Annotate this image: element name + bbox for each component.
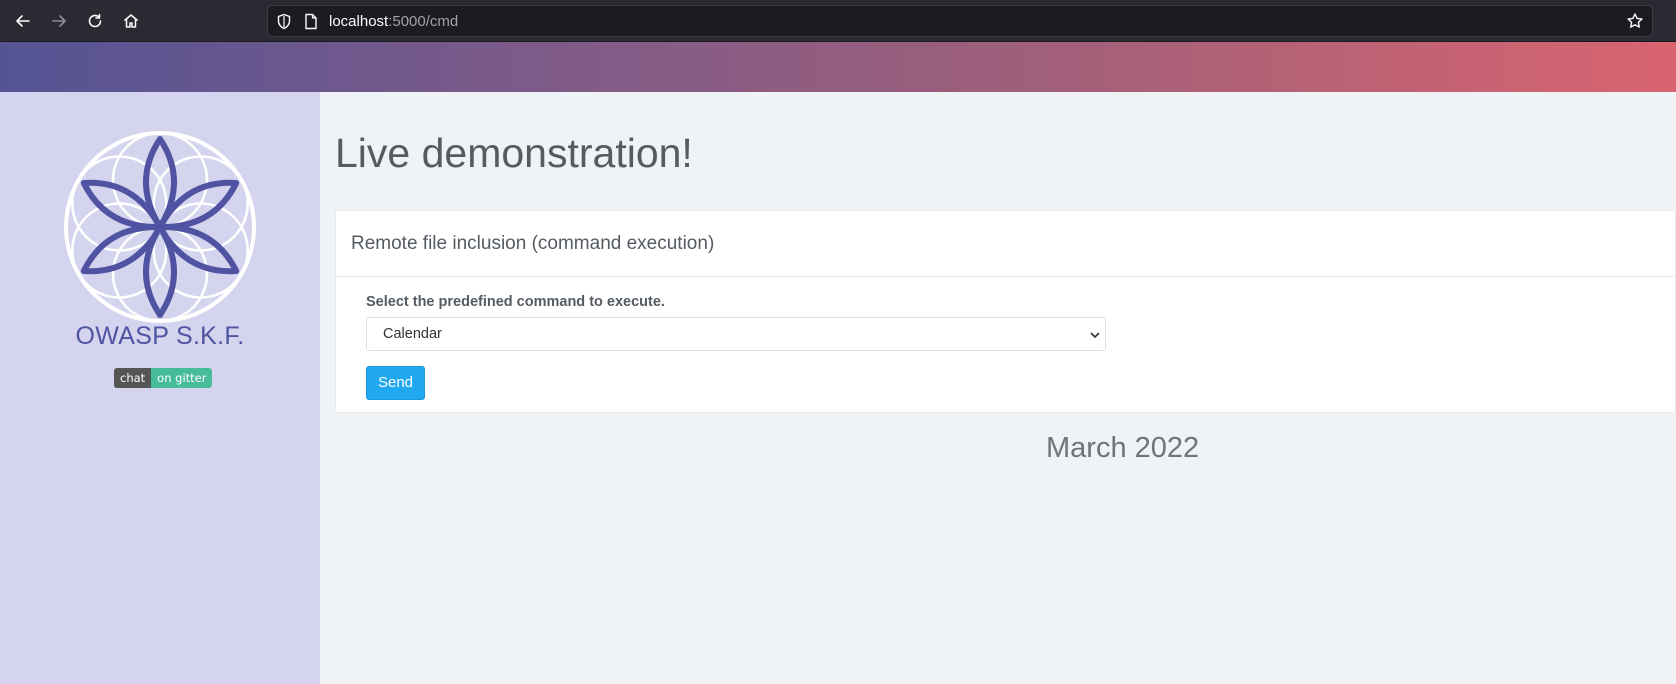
main-content: Live demonstration! Remote file inclusio… xyxy=(320,92,1676,684)
home-button[interactable] xyxy=(118,8,144,34)
url-host: localhost xyxy=(329,13,389,30)
reload-button[interactable] xyxy=(82,8,108,34)
forward-button[interactable] xyxy=(46,8,72,34)
gitter-badge-left: chat xyxy=(114,368,152,388)
shield-icon[interactable] xyxy=(276,13,292,30)
page-icon[interactable] xyxy=(304,13,318,30)
gitter-badge-right: on gitter xyxy=(151,368,213,388)
url-text[interactable]: localhost:5000/cmd xyxy=(329,13,458,31)
back-arrow-icon xyxy=(16,15,30,27)
calendar-month-title: March 2022 xyxy=(1046,432,1200,464)
url-bar[interactable]: localhost:5000/cmd xyxy=(267,5,1653,37)
card-header: Remote file inclusion (command execution… xyxy=(336,211,1675,277)
selected-command: Calendar xyxy=(383,326,442,342)
command-card: Remote file inclusion (command execution… xyxy=(335,210,1676,413)
brand-name: OWASP S.K.F. xyxy=(75,322,245,350)
command-select[interactable]: Calendar xyxy=(366,317,1106,351)
chevron-down-icon xyxy=(1090,332,1100,338)
owasp-skf-logo xyxy=(64,131,256,323)
gitter-chat-badge[interactable]: chat on gitter xyxy=(114,368,213,388)
page-title: Live demonstration! xyxy=(335,130,693,176)
send-button[interactable]: Send xyxy=(366,366,425,400)
forward-arrow-icon xyxy=(52,15,66,27)
home-icon xyxy=(124,14,138,28)
sidebar: OWASP S.K.F. chat on gitter xyxy=(0,92,320,684)
top-gradient-header xyxy=(0,42,1676,92)
command-select-label: Select the predefined command to execute… xyxy=(366,294,665,310)
bookmark-star-icon[interactable] xyxy=(1626,12,1644,30)
reload-icon xyxy=(88,13,102,28)
url-path: :5000/cmd xyxy=(388,13,459,30)
browser-toolbar: localhost:5000/cmd xyxy=(0,0,1676,42)
back-button[interactable] xyxy=(10,8,36,34)
